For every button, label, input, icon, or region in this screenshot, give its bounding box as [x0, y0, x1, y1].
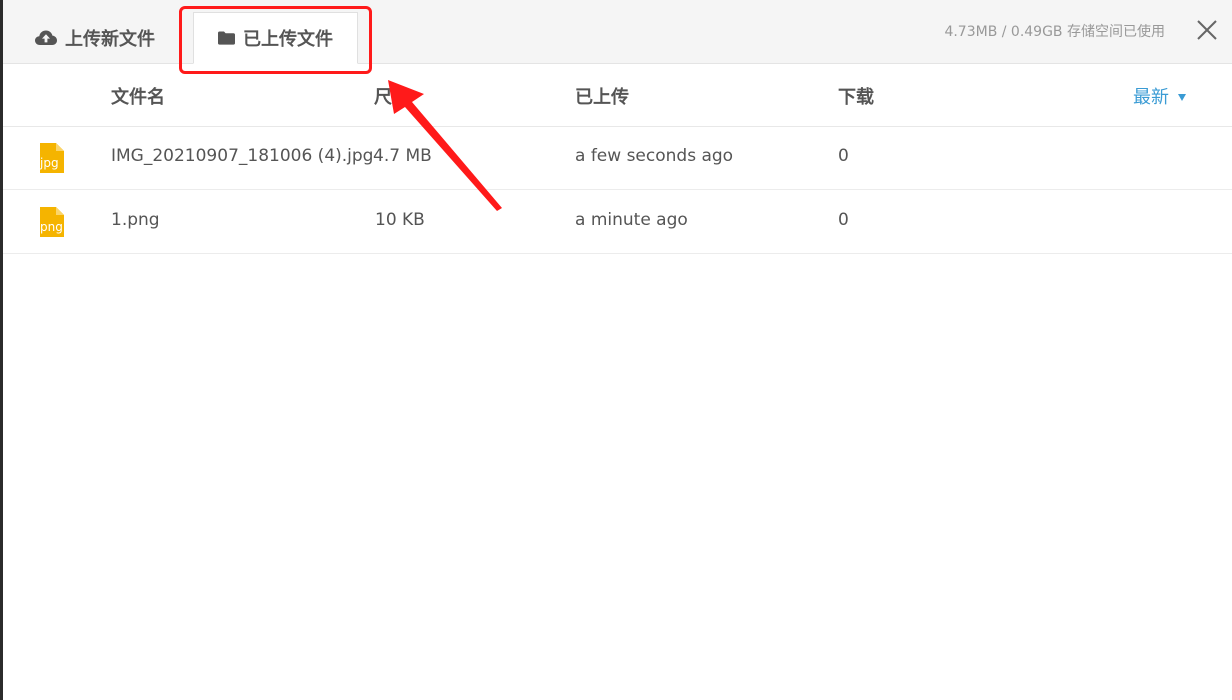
png-file-icon: png	[40, 207, 64, 237]
file-downloads: 0	[838, 210, 849, 230]
close-button[interactable]	[1196, 19, 1218, 41]
file-extension: png	[40, 220, 63, 234]
column-header-size[interactable]: 尺寸	[374, 83, 410, 109]
tab-uploaded-files-label: 已上传文件	[243, 29, 333, 50]
jpg-file-icon: jpg	[40, 143, 64, 173]
dialog-header: 上传新文件 已上传文件 4.73MB / 0.49GB 存储空间已使用	[3, 0, 1232, 64]
file-size: 4.7 MB	[373, 146, 432, 166]
column-header-uploaded[interactable]: 已上传	[575, 83, 629, 109]
table-row[interactable]: png 1.png 10 KB a minute ago 0	[3, 190, 1232, 254]
file-dialog: 上传新文件 已上传文件 4.73MB / 0.49GB 存储空间已使用 文件名 …	[0, 0, 1232, 700]
folder-icon	[218, 31, 235, 45]
tab-upload-new[interactable]: 上传新文件	[35, 12, 155, 63]
cloud-upload-icon	[35, 30, 57, 45]
table-row[interactable]: jpg IMG_20210907_181006 (4).jpg 4.7 MB a…	[3, 126, 1232, 190]
column-header-downloads[interactable]: 下载	[838, 83, 874, 109]
storage-usage: 4.73MB / 0.49GB 存储空间已使用	[944, 24, 1165, 40]
caret-down-icon	[1178, 93, 1186, 101]
file-downloads: 0	[838, 146, 849, 166]
sort-label: 最新	[1133, 87, 1169, 108]
file-uploaded-time: a minute ago	[575, 210, 688, 230]
tab-uploaded-files[interactable]: 已上传文件	[193, 12, 358, 64]
file-size: 10 KB	[375, 210, 425, 230]
table-header: 文件名 尺寸 已上传 下载 最新	[3, 63, 1232, 127]
file-uploaded-time: a few seconds ago	[575, 146, 734, 166]
column-header-name[interactable]: 文件名	[111, 83, 165, 109]
file-name[interactable]: 1.png	[111, 210, 160, 230]
file-extension: jpg	[40, 156, 59, 170]
close-icon	[1197, 20, 1217, 40]
file-name[interactable]: IMG_20210907_181006 (4).jpg	[111, 146, 373, 166]
sort-dropdown[interactable]: 最新	[1133, 83, 1186, 109]
tab-upload-new-label: 上传新文件	[65, 28, 155, 50]
